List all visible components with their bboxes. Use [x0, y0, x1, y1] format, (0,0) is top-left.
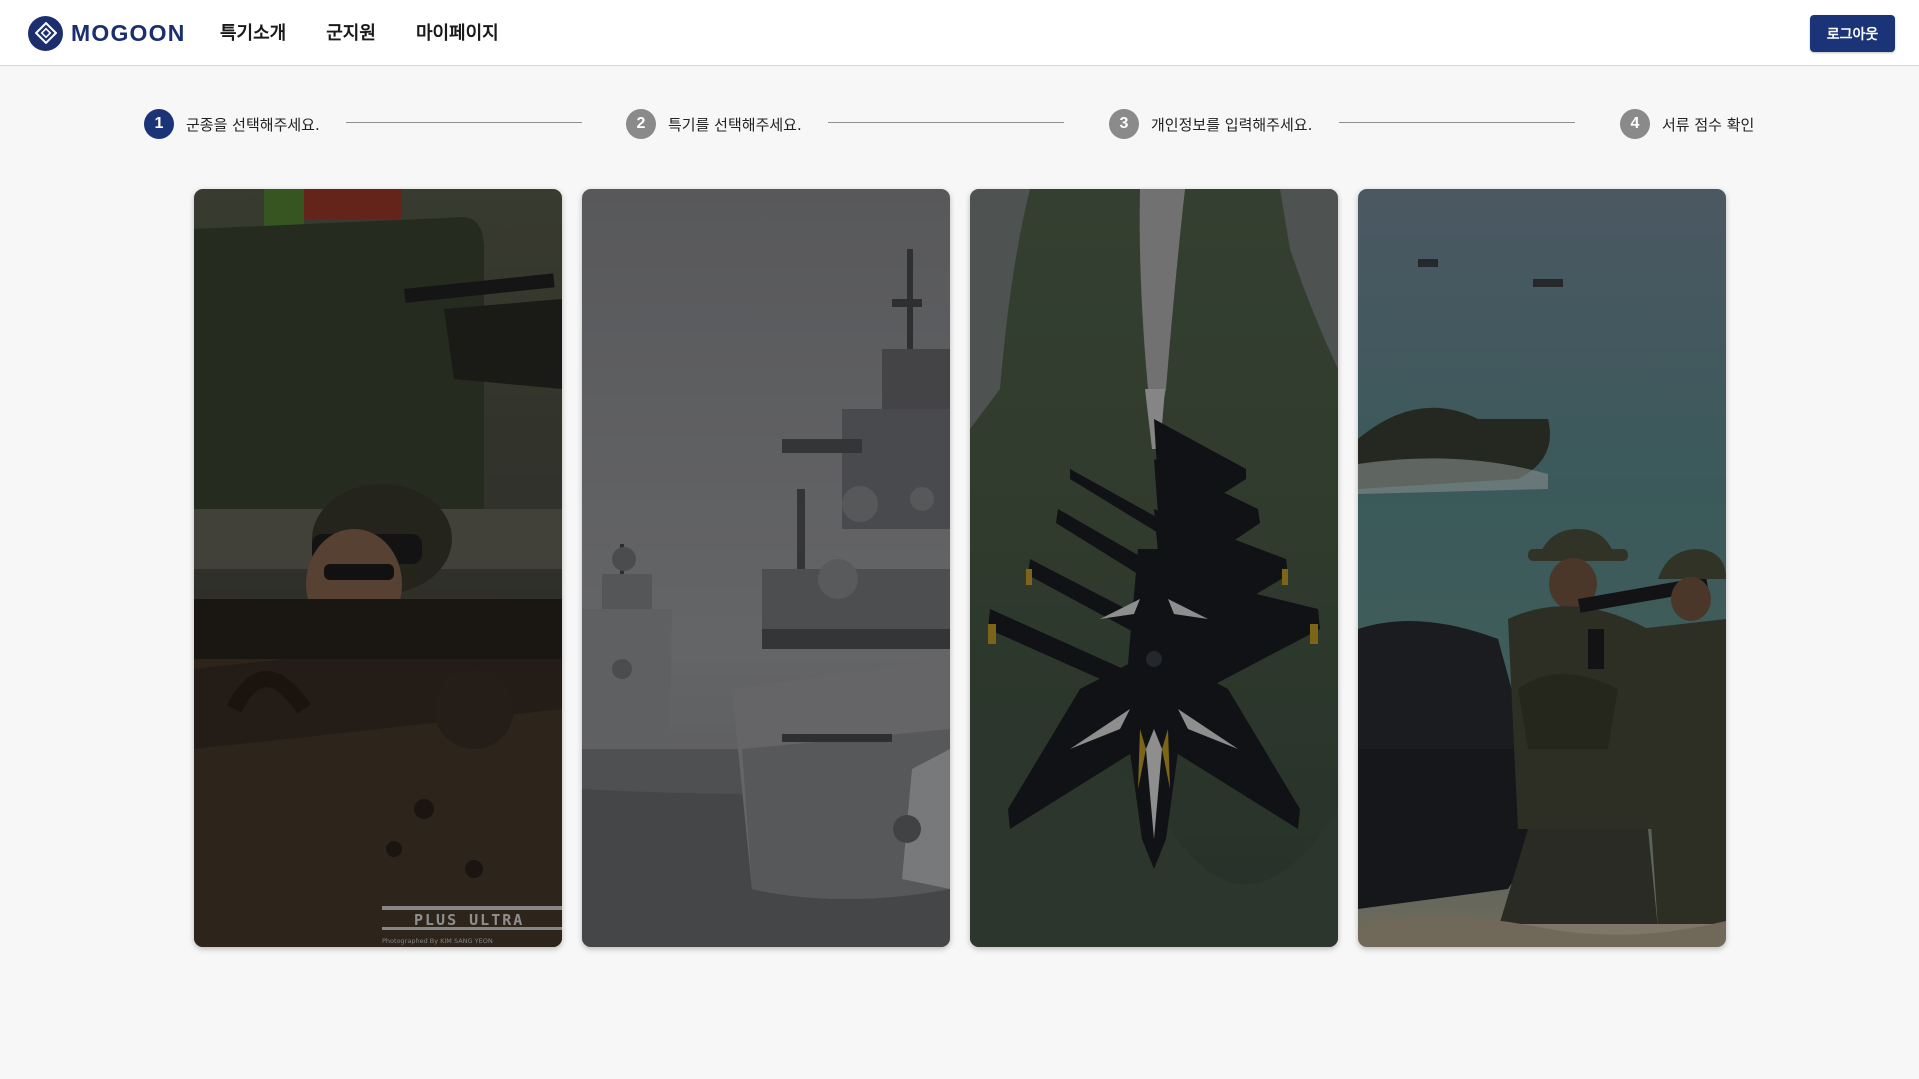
step-number: 3 [1109, 109, 1139, 139]
branch-card-army[interactable]: PLUS ULTRA Photographed By KIM SANG YEON [194, 189, 562, 947]
step-label: 서류 점수 확인 [1662, 115, 1755, 134]
diamond-logo-icon [28, 15, 63, 51]
step-3: 3 개인정보를 입력해주세요. [1109, 109, 1312, 139]
step-number: 1 [144, 109, 174, 139]
logout-button[interactable]: 로그아웃 [1810, 15, 1895, 52]
step-2: 2 특기를 선택해주세요. [626, 109, 802, 139]
step-1: 1 군종을 선택해주세요. [144, 109, 320, 139]
branch-card-navy[interactable] [582, 189, 950, 947]
logo-text: MOGOON [71, 19, 186, 46]
step-connector [346, 122, 582, 123]
logo[interactable]: MOGOON [28, 15, 186, 51]
main-nav: 특기소개 군지원 마이페이지 [220, 19, 499, 45]
card-overlay [582, 189, 950, 947]
nav-item-specialty-intro[interactable]: 특기소개 [220, 19, 286, 45]
step-number: 4 [1620, 109, 1650, 139]
step-4: 4 서류 점수 확인 [1620, 109, 1754, 139]
step-connector [828, 122, 1064, 123]
card-overlay [194, 189, 562, 947]
top-header: MOGOON 특기소개 군지원 마이페이지 로그아웃 [0, 0, 1919, 66]
branch-card-marines[interactable] [1358, 189, 1726, 947]
step-label: 군종을 선택해주세요. [186, 115, 320, 134]
step-label: 특기를 선택해주세요. [668, 115, 802, 134]
card-overlay [1358, 189, 1726, 947]
nav-item-mypage[interactable]: 마이페이지 [416, 19, 499, 45]
card-overlay [970, 189, 1338, 947]
step-number: 2 [626, 109, 656, 139]
step-label: 개인정보를 입력해주세요. [1151, 115, 1313, 134]
branch-card-air-force[interactable] [970, 189, 1338, 947]
nav-item-enlist[interactable]: 군지원 [326, 19, 376, 45]
step-connector [1339, 122, 1575, 123]
